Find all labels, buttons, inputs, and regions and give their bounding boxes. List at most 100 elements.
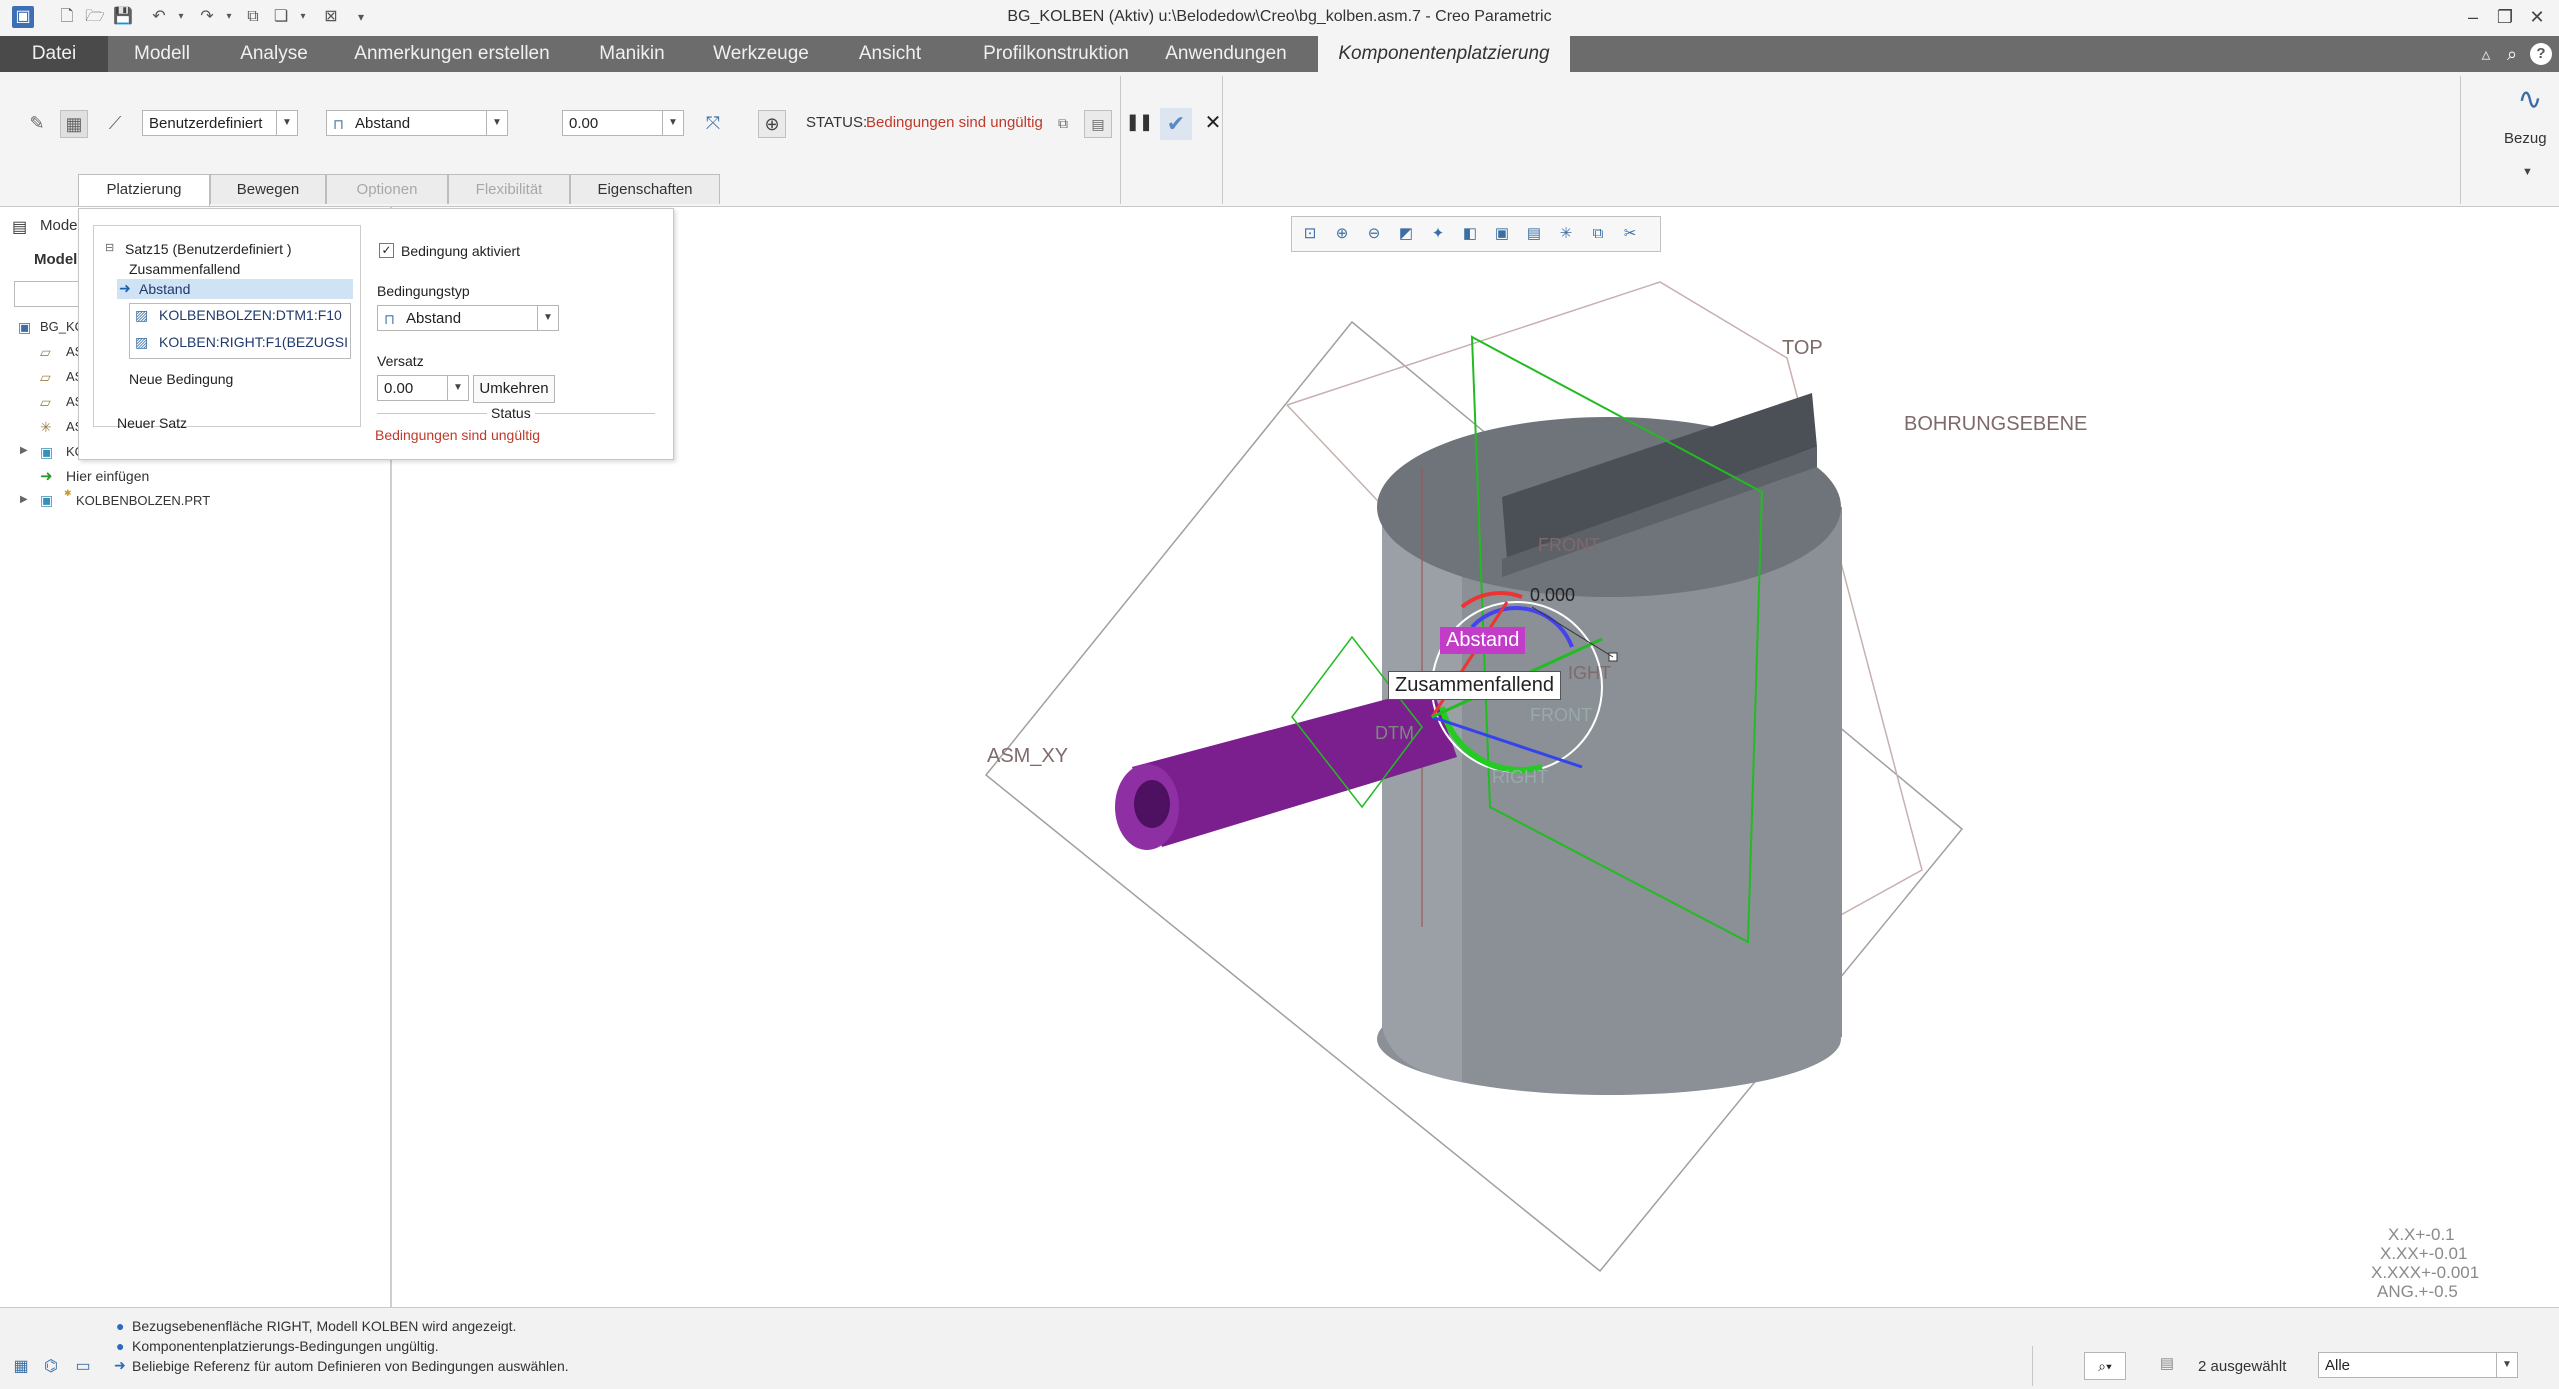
tree-item-kolbenbolzen[interactable]: KOLBENBOLZEN.PRT xyxy=(76,493,210,508)
chevron-down-icon[interactable]: ▼ xyxy=(2496,1353,2517,1377)
collapse-ribbon-icon[interactable]: ▵ xyxy=(2474,42,2498,66)
panel-tab-icon[interactable]: ▤ xyxy=(12,217,27,237)
graphics-viewport[interactable]: TOP BOHRUNGSEBENE FRONT FRONT IGHT RIGHT… xyxy=(392,207,2559,1307)
tree-search-input[interactable] xyxy=(14,281,82,307)
tab-optionen[interactable]: Optionen xyxy=(326,174,448,204)
refit-icon[interactable]: ⊡ xyxy=(1298,223,1322,245)
menu-profilkonstruktion[interactable]: Profilkonstruktion xyxy=(956,36,1156,72)
view-manager-icon[interactable]: ▤ xyxy=(1522,223,1546,245)
fullscreen-icon[interactable]: ▭ xyxy=(72,1356,94,1378)
restore-button[interactable]: ❐ xyxy=(2490,4,2520,30)
offset-field[interactable]: 0.00 ▼ xyxy=(377,375,469,401)
label-front-2[interactable]: FRONT xyxy=(1530,705,1592,726)
annotation-display-icon[interactable]: ⧉ xyxy=(1586,223,1610,245)
panel-title[interactable]: Mode xyxy=(40,217,78,234)
menu-ansicht[interactable]: Ansicht xyxy=(840,36,940,72)
close-button[interactable]: ✕ xyxy=(2522,4,2552,30)
menu-anmerkungen[interactable]: Anmerkungen erstellen xyxy=(340,36,564,72)
spin-center-icon[interactable]: ✦ xyxy=(1426,223,1450,245)
collapse-icon[interactable]: ⊟ xyxy=(105,241,114,254)
chevron-down-icon[interactable]: ▼ xyxy=(662,111,683,135)
assembly-window-icon[interactable]: ▤ xyxy=(1084,110,1112,138)
datum-plane-icon: ▱ xyxy=(40,369,51,385)
browser-toggle-icon[interactable]: ⌬ xyxy=(40,1356,62,1378)
mechanism-icon[interactable]: ▦ xyxy=(60,110,88,138)
constraint-set-title[interactable]: Satz15 (Benutzerdefiniert ) xyxy=(125,241,292,257)
confirm-icon[interactable]: ✔ xyxy=(1160,108,1192,140)
menu-analyse[interactable]: Analyse xyxy=(222,36,326,72)
repaint-icon[interactable]: ◩ xyxy=(1394,223,1418,245)
constraint-type-select[interactable]: ⊓ Abstand ▼ xyxy=(326,110,508,136)
offset-input[interactable]: 0.00 ▼ xyxy=(562,110,684,136)
spin-icon[interactable]: ✂ xyxy=(1618,223,1642,245)
status-group-label: Status xyxy=(487,405,535,421)
offset-field-value: 0.00 xyxy=(384,380,414,397)
saved-orientations-icon[interactable]: ▣ xyxy=(1490,223,1514,245)
zoom-out-icon[interactable]: ⊖ xyxy=(1362,223,1386,245)
display-style-icon[interactable]: ◧ xyxy=(1458,223,1482,245)
constraint-type-label: Bedingungstyp xyxy=(377,283,470,299)
constraint-type-value: Abstand xyxy=(355,115,411,132)
label-dtm[interactable]: DTM xyxy=(1375,723,1414,744)
model-tree-toggle-icon[interactable]: ▦ xyxy=(10,1356,32,1378)
flip-direction-icon[interactable]: ⤧ xyxy=(700,110,726,136)
selected-count[interactable]: 2 ausgewählt xyxy=(2198,1358,2286,1375)
pause-icon[interactable]: ❚❚ xyxy=(1126,110,1153,136)
chevron-down-icon[interactable]: ▼ xyxy=(447,376,468,400)
constraint-distance[interactable]: Abstand xyxy=(139,281,190,297)
label-right-2[interactable]: RIGHT xyxy=(1492,767,1548,788)
zoom-in-icon[interactable]: ⊕ xyxy=(1330,223,1354,245)
ribbon-separator xyxy=(2460,76,2461,204)
datum-icon[interactable]: ∿ xyxy=(2512,82,2548,118)
model-view xyxy=(984,281,1964,1273)
tab-flexibilitaet[interactable]: Flexibilität xyxy=(448,174,570,204)
menu-werkzeuge[interactable]: Werkzeuge xyxy=(700,36,822,72)
label-top[interactable]: TOP xyxy=(1782,337,1823,360)
menu-modell[interactable]: Modell xyxy=(108,36,216,72)
menu-manikin[interactable]: Manikin xyxy=(582,36,682,72)
help-icon[interactable]: ? xyxy=(2530,43,2552,65)
reference-icon: ▨ xyxy=(135,307,149,323)
label-right[interactable]: IGHT xyxy=(1568,663,1611,684)
chevron-down-icon[interactable]: ▼ xyxy=(537,306,558,330)
flip-button[interactable]: Umkehren xyxy=(473,375,555,403)
find-icon[interactable]: ⌕▾ xyxy=(2084,1352,2126,1380)
separate-window-icon[interactable]: ⧉ xyxy=(1050,110,1076,136)
constraint-coincident[interactable]: Zusammenfallend xyxy=(129,261,240,277)
label-front[interactable]: FRONT xyxy=(1538,535,1600,556)
label-asm-xy[interactable]: ASM_XY xyxy=(987,745,1068,768)
datum-display-icon[interactable]: ✳ xyxy=(1554,223,1578,245)
constraint-set-select[interactable]: Benutzerdefiniert ▼ xyxy=(142,110,298,136)
expand-icon[interactable]: ▶ xyxy=(20,494,28,505)
insert-here[interactable]: Hier einfügen xyxy=(66,468,149,484)
menu-datei[interactable]: Datei xyxy=(0,36,108,72)
constraint-enabled-checkbox[interactable]: ✓ xyxy=(379,243,394,258)
label-bohrungsebene[interactable]: BOHRUNGSEBENE xyxy=(1904,413,2087,436)
datum-label[interactable]: Bezug xyxy=(2504,130,2547,147)
connection-icon[interactable]: ⟋ xyxy=(102,110,128,136)
menu-anwendungen[interactable]: Anwendungen xyxy=(1156,36,1296,72)
place-component-icon[interactable]: ⊕ xyxy=(758,110,786,138)
tag-coincident[interactable]: Zusammenfallend xyxy=(1388,671,1561,700)
new-constraint-link[interactable]: Neue Bedingung xyxy=(129,371,233,387)
tab-eigenschaften[interactable]: Eigenschaften xyxy=(570,174,720,204)
constraint-set-value: Benutzerdefiniert xyxy=(149,115,263,132)
menu-komponentenplatzierung[interactable]: Komponentenplatzierung xyxy=(1318,36,1570,72)
expand-icon[interactable]: ▶ xyxy=(20,445,28,456)
tab-bewegen[interactable]: Bewegen xyxy=(210,174,326,204)
selection-icon[interactable]: ▤ xyxy=(2156,1354,2178,1376)
new-set-link[interactable]: Neuer Satz xyxy=(117,415,187,431)
reference-2[interactable]: KOLBEN:RIGHT:F1(BEZUGSI xyxy=(159,334,348,350)
reference-1[interactable]: KOLBENBOLZEN:DTM1:F10 xyxy=(159,307,342,323)
tab-platzierung[interactable]: Platzierung xyxy=(78,174,210,206)
constraint-type-dropdown[interactable]: ⊓ Abstand ▼ xyxy=(377,305,559,331)
selection-filter[interactable]: Alle ▼ xyxy=(2318,1352,2518,1378)
dimension-value[interactable]: 0.000 xyxy=(1530,585,1575,606)
minimize-button[interactable]: – xyxy=(2458,4,2488,30)
reference-part-icon[interactable]: ✎ xyxy=(24,110,50,136)
tag-distance[interactable]: Abstand xyxy=(1440,627,1526,654)
chevron-down-icon[interactable]: ▼ xyxy=(276,111,297,135)
search-icon[interactable]: ⌕ xyxy=(2500,42,2524,66)
chevron-down-icon[interactable]: ▼ xyxy=(486,111,507,135)
chevron-down-icon[interactable]: ▼ xyxy=(2522,166,2533,178)
